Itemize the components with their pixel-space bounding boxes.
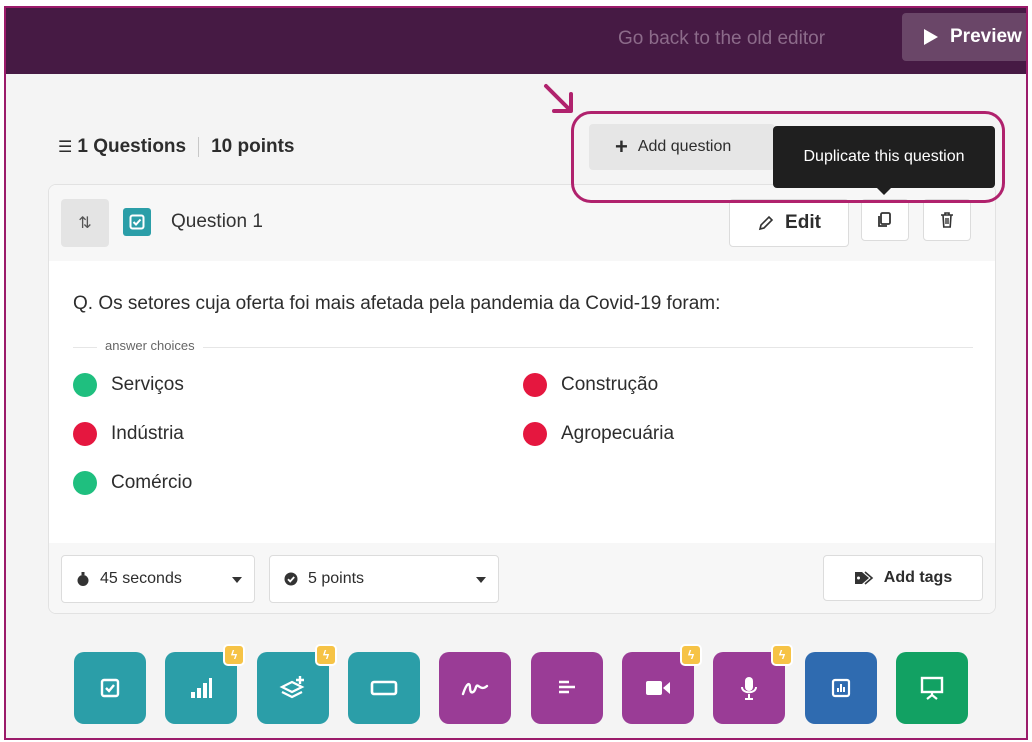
video-icon: [644, 678, 672, 698]
question-type-rectangle-button[interactable]: [348, 652, 420, 724]
question-type-poll-button[interactable]: [805, 652, 877, 724]
check-circle-icon: [284, 572, 298, 586]
checkbox-icon: [99, 677, 121, 699]
incorrect-indicator-icon: [73, 422, 97, 446]
copy-icon: [878, 212, 891, 227]
presentation-icon: [919, 675, 945, 701]
edit-label: Edit: [785, 212, 821, 233]
arrow-annotation-icon: [544, 84, 573, 113]
answer-choice: Indústria: [73, 422, 184, 446]
question-type-bar-chart-button[interactable]: ϟ: [165, 644, 245, 724]
lightning-bolt-icon: ϟ: [315, 644, 337, 666]
preview-label: Preview: [950, 26, 1022, 47]
reorder-button[interactable]: ⇅: [61, 199, 109, 247]
old-editor-link[interactable]: Go back to the old editor: [618, 28, 825, 50]
question-card: ⇅ Question 1 Edit Q. Os setores cuja ofe…: [48, 184, 996, 614]
answer-choice: Agropecuária: [523, 422, 674, 446]
poll-icon: [830, 677, 852, 699]
correct-indicator-icon: [73, 471, 97, 495]
answer-choice: Comércio: [73, 471, 192, 495]
time-limit-dropdown[interactable]: 45 seconds: [61, 555, 255, 603]
top-bar: Go back to the old editor Preview: [6, 8, 1026, 74]
sort-icon: ⇅: [78, 215, 92, 232]
highlight-annotation: [571, 111, 1005, 203]
choice-label: Indústria: [111, 423, 184, 444]
play-icon: [924, 29, 938, 45]
tags-icon: [854, 571, 873, 585]
correct-indicator-icon: [73, 373, 97, 397]
answer-choices-divider: [73, 347, 973, 348]
chevron-down-icon: [232, 577, 242, 583]
question-type-text-lines-button[interactable]: [531, 652, 603, 724]
choice-label: Agropecuária: [561, 423, 675, 444]
trash-icon: [941, 212, 953, 228]
divider: [198, 137, 200, 157]
edit-button[interactable]: Edit: [729, 199, 849, 247]
rectangle-icon: [370, 679, 398, 697]
draw-icon: [461, 678, 489, 698]
choice-label: Serviços: [111, 374, 184, 395]
stopwatch-icon: [77, 572, 89, 586]
bar-chart-icon: [188, 676, 214, 700]
checkbox-icon: [123, 208, 151, 236]
question-type-draw-button[interactable]: [439, 652, 511, 724]
text-lines-icon: [556, 678, 578, 698]
layers-add-icon: [279, 675, 307, 701]
questions-count: 1 Questions: [77, 136, 187, 157]
question-type-layers-add-button[interactable]: ϟ: [257, 644, 337, 724]
incorrect-indicator-icon: [523, 422, 547, 446]
points-value: 5 points: [308, 570, 365, 587]
question-type-microphone-button[interactable]: ϟ: [713, 644, 793, 724]
choice-label: Comércio: [111, 472, 193, 493]
question-title: Question 1: [171, 211, 263, 232]
answer-choices-label: answer choices: [97, 338, 203, 353]
choice-label: Construção: [561, 374, 659, 395]
question-summary: ☰ 1 Questions 10 points: [58, 136, 295, 158]
list-icon: ☰: [58, 139, 73, 156]
lightning-bolt-icon: ϟ: [680, 644, 702, 666]
lightning-bolt-icon: ϟ: [771, 644, 793, 666]
chevron-down-icon: [476, 577, 486, 583]
lightning-bolt-icon: ϟ: [223, 644, 245, 666]
add-tags-button[interactable]: Add tags: [823, 555, 983, 601]
incorrect-indicator-icon: [523, 373, 547, 397]
answer-choice: Serviços: [73, 373, 184, 397]
time-value: 45 seconds: [100, 570, 182, 587]
duplicate-button[interactable]: [861, 199, 909, 241]
answer-choice: Construção: [523, 373, 658, 397]
add-tags-label: Add tags: [883, 569, 953, 586]
editor-window: Go back to the old editor Preview ☰ 1 Qu…: [4, 6, 1028, 740]
preview-button[interactable]: Preview: [902, 13, 1026, 61]
question-type-video-button[interactable]: ϟ: [622, 644, 702, 724]
points-dropdown[interactable]: 5 points: [269, 555, 499, 603]
delete-button[interactable]: [923, 199, 971, 241]
points-total: 10 points: [211, 136, 295, 157]
microphone-icon: [738, 675, 760, 701]
pencil-icon: [758, 215, 774, 231]
question-type-checkbox-button[interactable]: [74, 652, 146, 724]
question-type-presentation-button[interactable]: [896, 652, 968, 724]
question-card-footer: 45 seconds 5 points Add tags: [49, 543, 995, 613]
question-text: Q. Os setores cuja oferta foi mais afeta…: [73, 293, 721, 314]
